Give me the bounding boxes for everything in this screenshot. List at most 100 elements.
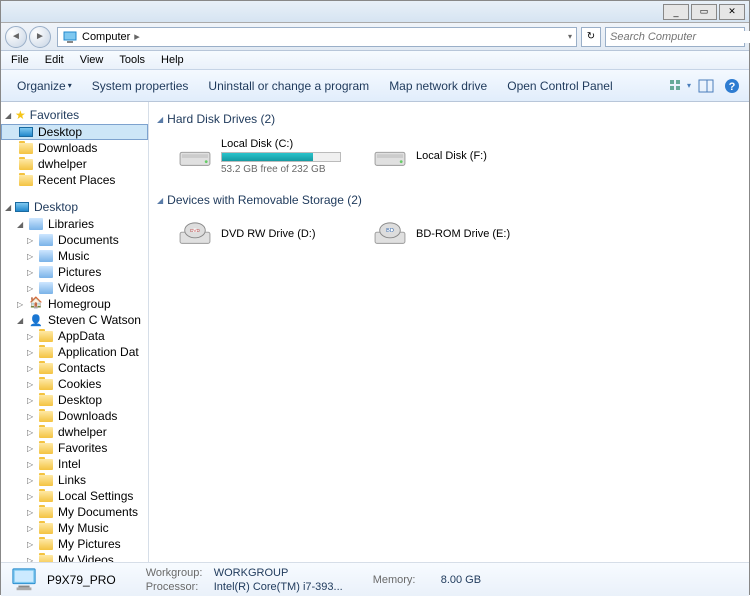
group-header[interactable]: ◢Hard Disk Drives (2) (157, 108, 741, 130)
help-icon[interactable]: ? (721, 75, 743, 97)
sidebar-item-folder[interactable]: ▷My Videos (1, 552, 148, 562)
folder-icon (19, 175, 33, 186)
sidebar-item-dwhelper[interactable]: dwhelper (1, 156, 148, 172)
menu-tools[interactable]: Tools (111, 52, 153, 68)
expand-icon: ▷ (27, 412, 37, 421)
sidebar-item-documents[interactable]: ▷Documents (1, 232, 148, 248)
collapse-icon: ◢ (5, 111, 15, 120)
refresh-button[interactable]: ↻ (581, 27, 601, 47)
drive-item[interactable]: Local Disk (C:)53.2 GB free of 232 GB (171, 134, 366, 179)
menu-file[interactable]: File (3, 52, 37, 68)
expand-icon: ▷ (27, 492, 37, 501)
expand-icon: ▷ (27, 252, 37, 261)
command-bar: Organize System properties Uninstall or … (1, 70, 749, 102)
preview-pane-icon[interactable] (695, 75, 717, 97)
sidebar-item-pictures[interactable]: ▷Pictures (1, 264, 148, 280)
expand-icon: ▷ (27, 364, 37, 373)
workgroup-value: WORKGROUP (214, 567, 289, 579)
favorites-label: Favorites (30, 108, 79, 122)
sidebar-item-folder[interactable]: ▷dwhelper (1, 424, 148, 440)
folder-icon (39, 331, 53, 342)
open-control-panel-button[interactable]: Open Control Panel (497, 75, 622, 97)
sidebar-item-folder[interactable]: ▷Favorites (1, 440, 148, 456)
folder-icon (39, 443, 53, 454)
close-button[interactable]: ✕ (719, 4, 745, 20)
sidebar-item-folder[interactable]: ▷Links (1, 472, 148, 488)
expand-icon: ▷ (27, 396, 37, 405)
folder-icon (39, 475, 53, 486)
expand-icon: ▷ (27, 348, 37, 357)
folder-icon (39, 427, 53, 438)
search-box[interactable] (605, 27, 745, 47)
library-icon (39, 282, 53, 294)
libraries-icon (29, 218, 43, 230)
sidebar-item-downloads[interactable]: Downloads (1, 140, 148, 156)
menu-help[interactable]: Help (153, 52, 192, 68)
drive-item[interactable]: BDBD-ROM Drive (E:) (366, 215, 561, 255)
folder-icon (39, 523, 53, 534)
forward-button[interactable]: ► (29, 26, 51, 48)
sidebar-item-folder[interactable]: ▷Downloads (1, 408, 148, 424)
drive-name: Local Disk (F:) (416, 150, 557, 162)
sidebar-item-folder[interactable]: ▷Desktop (1, 392, 148, 408)
sidebar-item-folder[interactable]: ▷Application Dat (1, 344, 148, 360)
collapse-icon: ◢ (5, 203, 15, 212)
group-header[interactable]: ◢Devices with Removable Storage (2) (157, 189, 741, 211)
folder-icon (39, 363, 53, 374)
sidebar-item-libraries[interactable]: ◢Libraries (1, 216, 148, 232)
sidebar-item-music[interactable]: ▷Music (1, 248, 148, 264)
sidebar-item-folder[interactable]: ▷My Pictures (1, 536, 148, 552)
view-options-icon[interactable]: ▾ (669, 75, 691, 97)
sidebar-item-user[interactable]: ◢Steven C Watson (1, 312, 148, 328)
folder-icon (39, 555, 53, 563)
folder-icon (39, 395, 53, 406)
map-network-drive-button[interactable]: Map network drive (379, 75, 497, 97)
computer-name: P9X79_PRO (47, 573, 116, 587)
sidebar-item-folder[interactable]: ▷My Documents (1, 504, 148, 520)
sidebar-item-folder[interactable]: ▷Contacts (1, 360, 148, 376)
drive-icon (175, 141, 215, 173)
sidebar-item-folder[interactable]: ▷Local Settings (1, 488, 148, 504)
drive-item[interactable]: DVDDVD RW Drive (D:) (171, 215, 366, 255)
sidebar-item-desktop[interactable]: Desktop (1, 124, 148, 140)
search-input[interactable] (610, 31, 750, 43)
svg-text:?: ? (729, 81, 736, 93)
expand-icon: ▷ (27, 508, 37, 517)
expand-icon: ▷ (27, 380, 37, 389)
sidebar-item-homegroup[interactable]: ▷Homegroup (1, 296, 148, 312)
maximize-button[interactable]: ▭ (691, 4, 717, 20)
menu-edit[interactable]: Edit (37, 52, 72, 68)
homegroup-icon (29, 298, 43, 310)
sidebar-item-folder[interactable]: ▷Cookies (1, 376, 148, 392)
back-button[interactable]: ◄ (5, 26, 27, 48)
computer-icon (62, 29, 78, 45)
folder-icon (19, 159, 33, 170)
sidebar-item-videos[interactable]: ▷Videos (1, 280, 148, 296)
system-properties-button[interactable]: System properties (82, 75, 199, 97)
sidebar-item-folder[interactable]: ▷Intel (1, 456, 148, 472)
library-icon (39, 234, 53, 246)
favorites-group[interactable]: ◢ ★ Favorites (1, 106, 148, 124)
sidebar-item-folder[interactable]: ▷AppData (1, 328, 148, 344)
desktop-group[interactable]: ◢ Desktop (1, 198, 148, 216)
expand-icon: ▷ (27, 524, 37, 533)
expand-icon: ▷ (17, 300, 27, 309)
menu-view[interactable]: View (72, 52, 112, 68)
sidebar-item-recent-places[interactable]: Recent Places (1, 172, 148, 188)
content-pane[interactable]: ◢Hard Disk Drives (2) Local Disk (C:)53.2… (149, 102, 749, 562)
collapse-icon: ◢ (157, 196, 163, 205)
uninstall-program-button[interactable]: Uninstall or change a program (198, 75, 379, 97)
address-dropdown-icon[interactable]: ▾ (568, 32, 572, 41)
folder-icon (39, 379, 53, 390)
organize-button[interactable]: Organize (7, 75, 82, 97)
star-icon: ★ (15, 108, 26, 122)
address-bar[interactable]: Computer ▸ ▾ (57, 27, 577, 47)
breadcrumb-arrow-icon[interactable]: ▸ (134, 30, 140, 43)
navigation-pane[interactable]: ◢ ★ Favorites Desktop Downloads dwhelper… (1, 102, 149, 562)
svg-text:BD: BD (386, 228, 394, 234)
minimize-button[interactable]: _ (663, 4, 689, 20)
desktop-icon (19, 127, 33, 137)
drive-icon: DVD (175, 219, 215, 251)
drive-item[interactable]: Local Disk (F:) (366, 134, 561, 179)
sidebar-item-folder[interactable]: ▷My Music (1, 520, 148, 536)
